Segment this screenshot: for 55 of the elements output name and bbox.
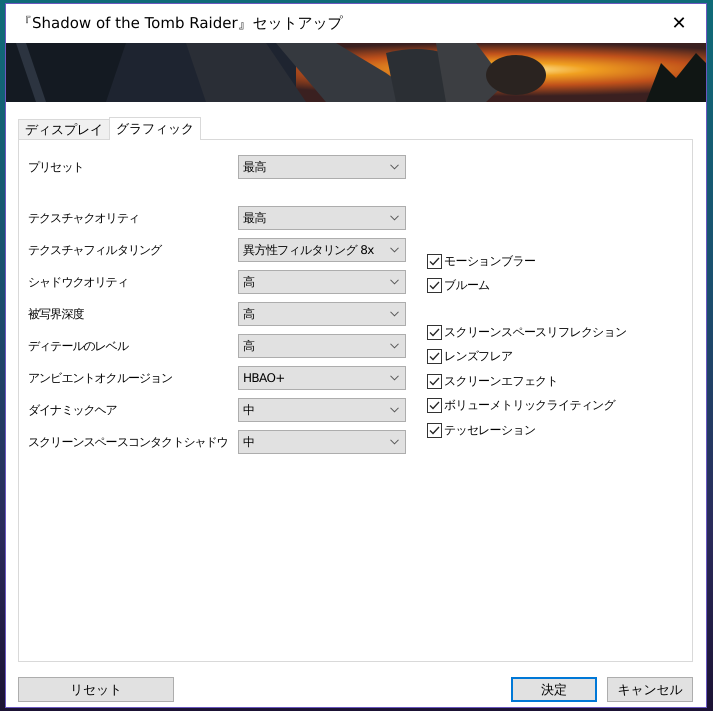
dropdown[interactable]: 中 — [238, 398, 406, 422]
dropdown[interactable]: 高 — [238, 334, 406, 358]
chevron-down-icon — [390, 343, 399, 349]
chevron-down-icon — [390, 279, 399, 285]
checkmark-icon — [429, 401, 440, 410]
checkbox-label: レンズフレア — [444, 348, 512, 366]
chevron-down-icon — [390, 375, 399, 381]
chevron-down-icon — [390, 439, 399, 445]
setting-label: テクスチャクオリティ — [28, 210, 140, 226]
tab[interactable]: ディスプレイ — [18, 119, 110, 139]
checkmark-icon — [429, 376, 440, 386]
setting-label: スクリーンスペースコンタクトシャドウ — [28, 434, 229, 450]
dropdown[interactable]: 異方性フィルタリング 8x — [238, 238, 406, 262]
checkbox[interactable] — [427, 254, 442, 269]
tab[interactable]: グラフィック — [109, 117, 201, 140]
checkmark-icon — [429, 426, 440, 435]
checkbox[interactable] — [427, 422, 442, 438]
checkbox-label: モーションブラー — [444, 252, 536, 270]
checkbox[interactable] — [427, 324, 442, 340]
checkbox[interactable] — [427, 398, 442, 414]
setting-label: テクスチャフィルタリング — [28, 242, 163, 258]
dropdown[interactable]: 最高 — [238, 155, 406, 179]
close-button[interactable]: ✕ — [664, 13, 694, 34]
setting-label: ディテールのレベル — [28, 338, 130, 354]
checkbox[interactable] — [427, 349, 442, 364]
window-title: 『Shadow of the Tomb Raider』セットアップ — [17, 14, 343, 33]
checkbox-label: テッセレーション — [444, 422, 536, 439]
button[interactable]: リセット — [18, 677, 174, 702]
chevron-down-icon — [390, 215, 399, 221]
setting-label: ダイナミックヘア — [28, 402, 118, 418]
checkmark-icon — [429, 328, 440, 337]
dropdown[interactable]: 中 — [238, 430, 406, 454]
setting-label: シャドウクオリティ — [28, 274, 129, 290]
checkbox-label: ブルーム — [444, 277, 490, 294]
setting-label: アンビエントオクルージョン — [28, 370, 174, 386]
checkmark-icon — [429, 256, 440, 266]
button[interactable]: キャンセル — [607, 677, 693, 702]
button[interactable]: 決定 — [511, 677, 597, 702]
dropdown[interactable]: HBAO+ — [238, 366, 406, 390]
checkbox[interactable] — [427, 374, 442, 389]
dropdown[interactable]: 高 — [238, 302, 406, 326]
checkbox-label: スクリーンエフェクト — [444, 372, 558, 390]
checkmark-icon — [429, 281, 440, 290]
checkbox-label: スクリーンスペースリフレクション — [444, 324, 626, 341]
chevron-down-icon — [390, 407, 399, 413]
checkbox[interactable] — [427, 278, 442, 294]
chevron-down-icon — [390, 164, 399, 170]
dropdown[interactable]: 最高 — [238, 206, 406, 230]
dropdown[interactable]: 高 — [238, 270, 406, 294]
setting-label: 被写界深度 — [28, 306, 85, 322]
checkmark-icon — [429, 352, 440, 362]
checkbox-label: ボリューメトリックライティング — [444, 397, 616, 414]
setting-label: プリセット — [28, 158, 85, 176]
chevron-down-icon — [390, 247, 399, 253]
chevron-down-icon — [390, 311, 399, 317]
